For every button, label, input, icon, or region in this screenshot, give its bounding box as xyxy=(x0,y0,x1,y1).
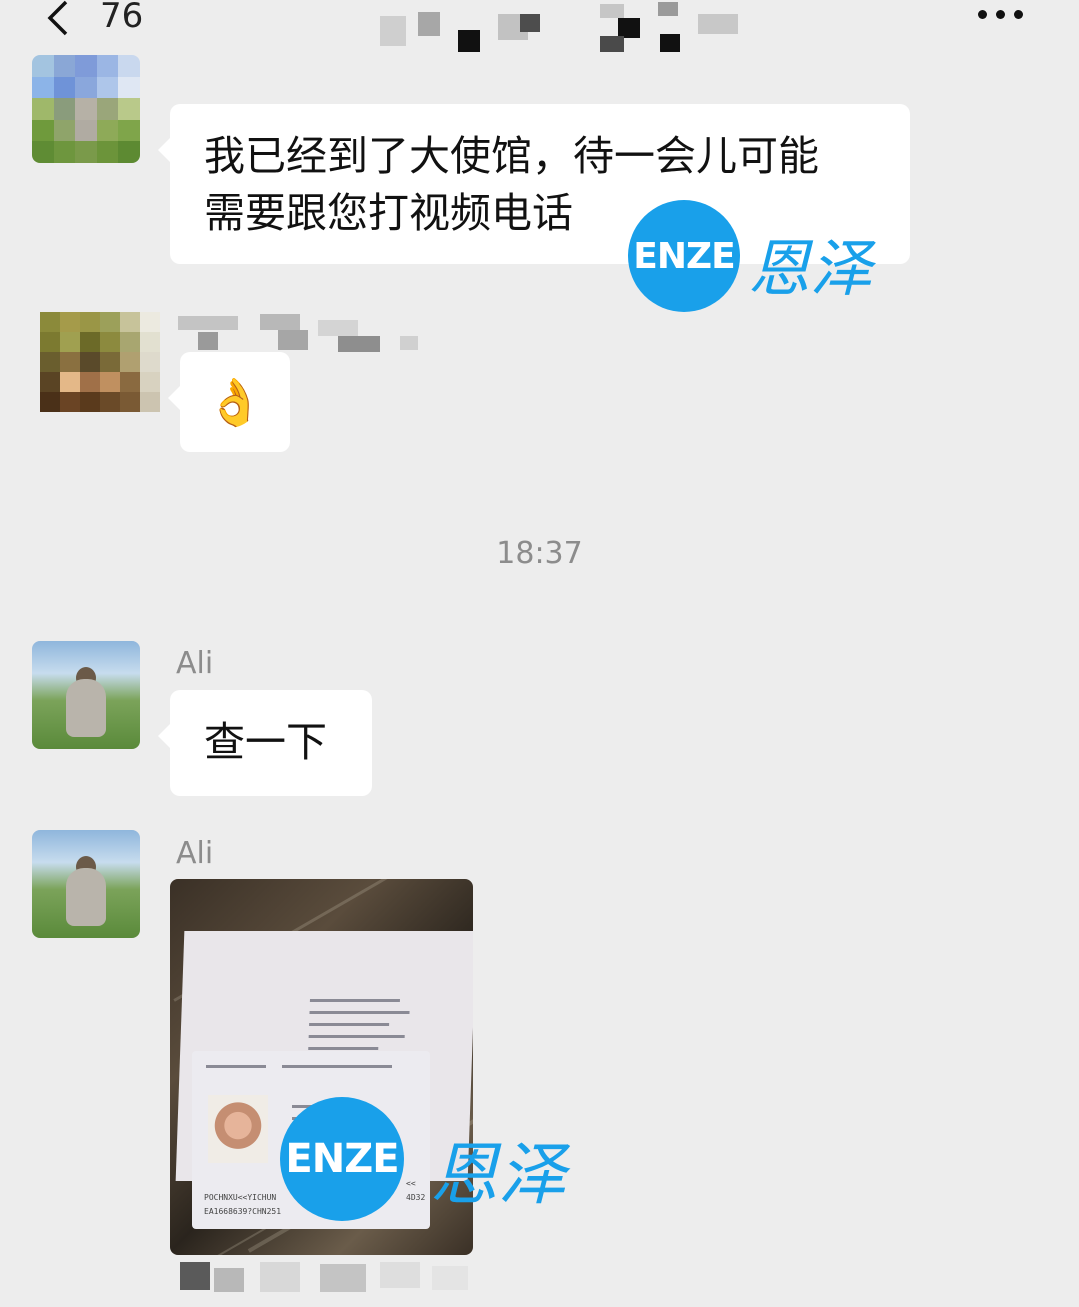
avatar[interactable] xyxy=(32,641,140,749)
avatar[interactable] xyxy=(32,55,140,163)
passport-photo xyxy=(208,1095,268,1163)
sender-name: Ali xyxy=(176,836,214,871)
passport-mrz: EA1668639?CHN251 xyxy=(204,1207,282,1216)
message-bubble[interactable]: 查一下 xyxy=(158,690,372,796)
passport-mrz: POCHNXU<<YICHUN xyxy=(204,1193,277,1202)
ok-hand-emoji: 👌 xyxy=(206,375,264,429)
more-icon[interactable] xyxy=(972,4,1032,24)
message-text-line: 我已经到了大使馆，待一会儿可能 xyxy=(204,132,819,180)
watermark-chinese: 恩泽 xyxy=(430,1136,567,1215)
watermark-chinese: 恩泽 xyxy=(748,232,873,305)
watermark: ENZE 恩泽 xyxy=(628,200,878,312)
sender-name-blurred xyxy=(178,310,428,352)
chat-header: 76 xyxy=(0,0,1079,60)
avatar[interactable] xyxy=(32,830,140,938)
chat-title-blurred xyxy=(370,2,750,52)
watermark-logo: ENZE xyxy=(628,200,740,312)
emoji-bubble[interactable]: 👌 xyxy=(168,352,290,452)
unread-count[interactable]: 76 xyxy=(100,0,143,36)
message-timestamp: 18:37 xyxy=(496,536,583,571)
watermark-logo: ENZE xyxy=(280,1097,404,1221)
blurred-area xyxy=(180,1262,470,1292)
watermark: ENZE 恩泽 xyxy=(280,1097,590,1221)
avatar[interactable] xyxy=(40,312,160,412)
chevron-left-icon[interactable] xyxy=(44,0,74,40)
sender-name: Ali xyxy=(176,646,214,681)
message-text: 查一下 xyxy=(204,718,327,766)
